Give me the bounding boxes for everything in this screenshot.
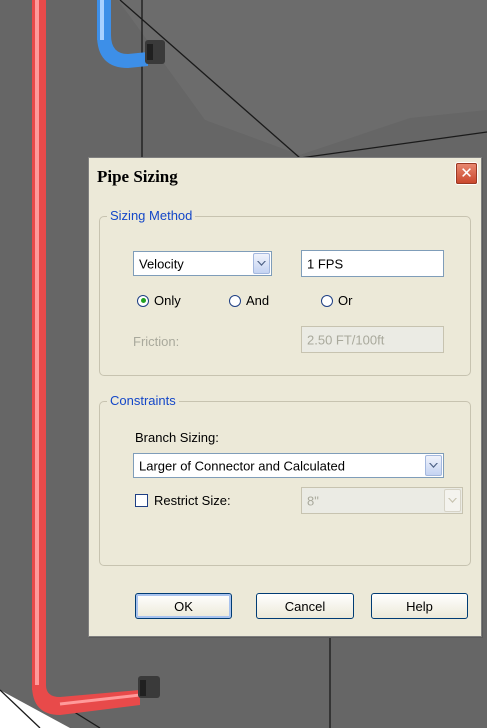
radio-icon (321, 294, 333, 307)
sizing-method-value: Velocity (139, 256, 184, 271)
radio-only[interactable]: Only (137, 293, 181, 308)
restrict-size-select: 8" (301, 487, 463, 514)
cancel-button[interactable]: Cancel (256, 593, 354, 619)
dialog-title: Pipe Sizing (97, 167, 178, 186)
chevron-down-icon[interactable] (425, 455, 442, 476)
friction-value: 2.50 FT/100ft (307, 332, 385, 347)
constraints-group: Constraints (99, 393, 471, 566)
restrict-size-value: 8" (307, 493, 319, 508)
sizing-method-select[interactable]: Velocity (133, 251, 272, 276)
radio-icon (229, 294, 241, 307)
chevron-down-icon (444, 489, 461, 512)
radio-and-label: And (246, 293, 270, 308)
branch-sizing-select[interactable]: Larger of Connector and Calculated (133, 453, 444, 478)
branch-sizing-label: Branch Sizing: (135, 430, 219, 445)
radio-icon (137, 294, 149, 307)
sizing-method-legend: Sizing Method (107, 208, 196, 224)
radio-or-label: Or (338, 293, 353, 308)
friction-input: 2.50 FT/100ft (301, 326, 444, 353)
dialog-titlebar[interactable]: Pipe Sizing ✕ (89, 158, 481, 194)
velocity-input[interactable]: 1 FPS (301, 250, 444, 277)
radio-or[interactable]: Or (321, 293, 352, 308)
velocity-value: 1 FPS (307, 256, 344, 271)
pipe-sizing-dialog: Pipe Sizing ✕ Sizing Method Velocity 1 F… (88, 157, 482, 637)
close-icon: ✕ (460, 164, 473, 182)
radio-and[interactable]: And (229, 293, 269, 308)
radio-only-label: Only (154, 293, 181, 308)
constraints-legend: Constraints (107, 393, 179, 409)
close-button[interactable]: ✕ (455, 162, 478, 185)
help-button[interactable]: Help (371, 593, 468, 619)
restrict-size-checkbox[interactable] (135, 494, 148, 507)
restrict-size-label: Restrict Size: (154, 493, 231, 508)
ok-button[interactable]: OK (135, 593, 232, 619)
chevron-down-icon[interactable] (253, 253, 270, 274)
branch-sizing-value: Larger of Connector and Calculated (139, 458, 345, 473)
friction-label: Friction: (133, 334, 180, 349)
